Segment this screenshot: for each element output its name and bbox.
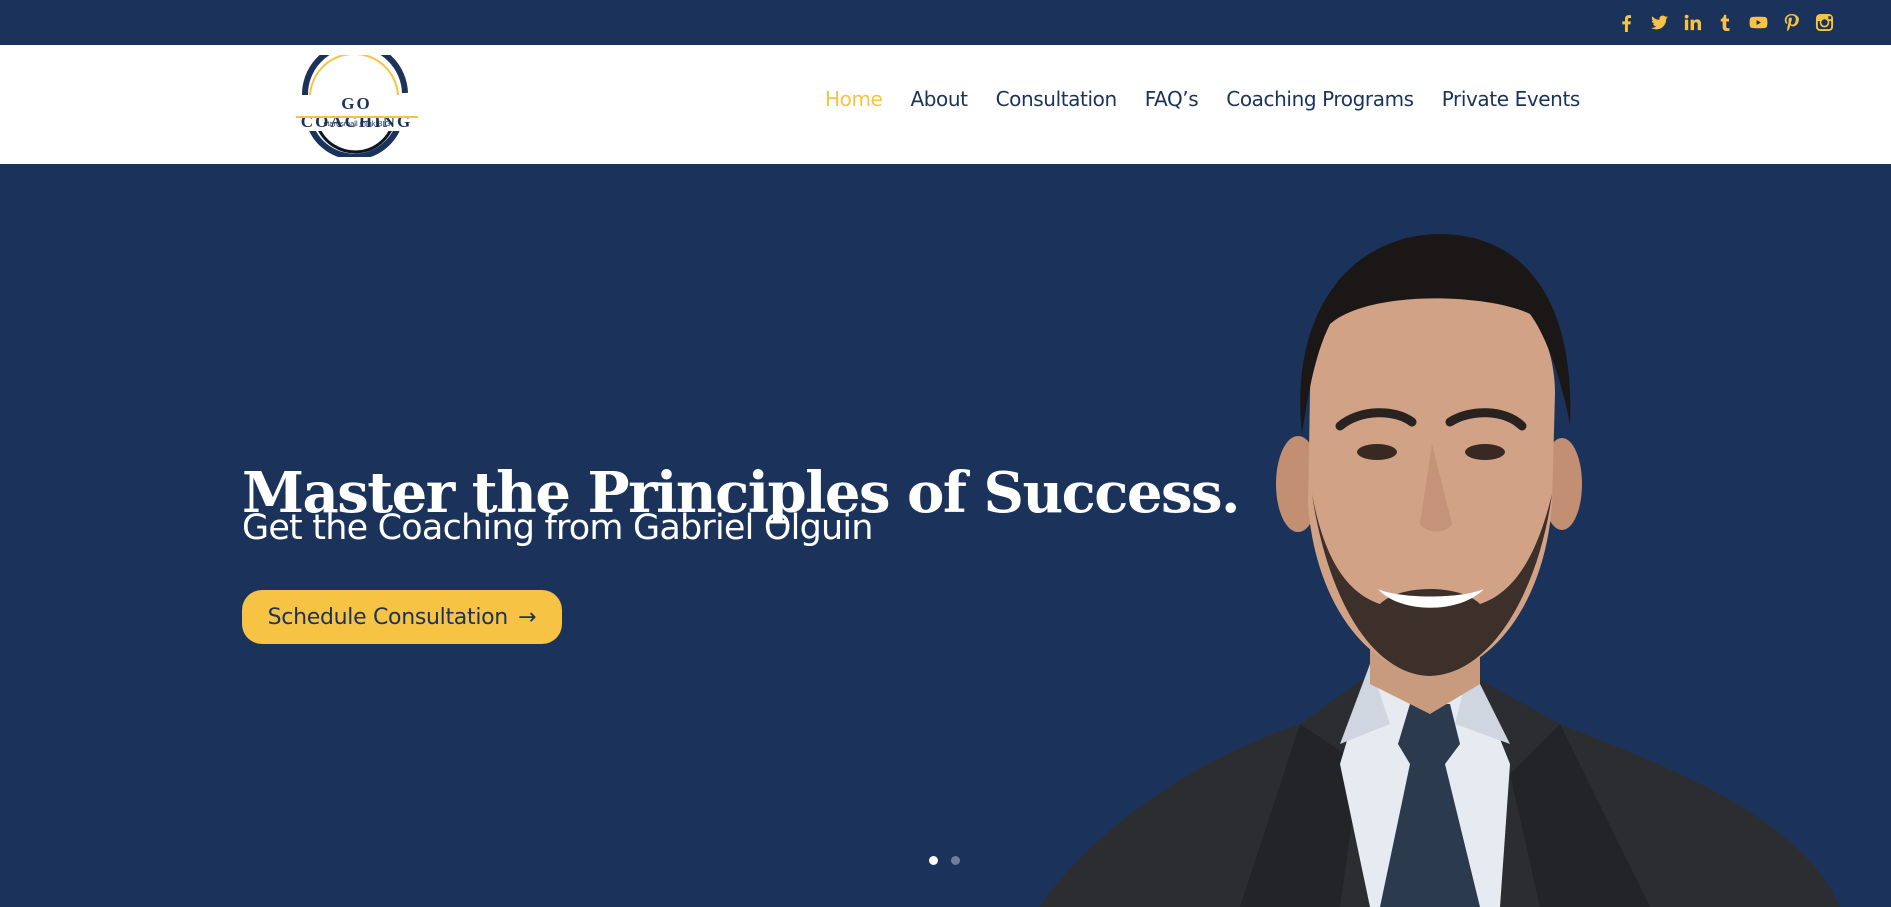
coach-portrait: [1040, 233, 1840, 907]
youtube-icon[interactable]: [1748, 12, 1769, 33]
cta-label: Schedule Consultation: [267, 604, 509, 630]
nav-about[interactable]: About: [910, 87, 968, 111]
nav-faqs[interactable]: FAQ’s: [1145, 87, 1199, 111]
facebook-icon[interactable]: [1616, 12, 1637, 33]
arrow-right-icon: →: [517, 604, 537, 630]
logo-tagline: start small think BIG: [323, 119, 391, 128]
pinterest-icon[interactable]: [1781, 12, 1802, 33]
nav-home[interactable]: Home: [825, 87, 883, 111]
slider-pagination: [929, 856, 960, 865]
schedule-consultation-button[interactable]: Schedule Consultation →: [242, 590, 562, 644]
slide-dot-2[interactable]: [951, 856, 960, 865]
instagram-icon[interactable]: [1814, 12, 1835, 33]
site-logo[interactable]: GO COACHING start small think BIG: [280, 41, 430, 160]
hero-slider: Master the Principles of Success. Get th…: [0, 164, 1891, 907]
top-social-bar: [0, 0, 1891, 45]
hero-subtitle: Get the Coaching from Gabriel Olguin: [242, 508, 873, 548]
nav-consultation[interactable]: Consultation: [996, 87, 1118, 111]
tumblr-icon[interactable]: [1715, 12, 1736, 33]
main-navigation: Home About Consultation FAQ’s Coaching P…: [825, 87, 1580, 111]
twitter-icon[interactable]: [1649, 12, 1670, 33]
nav-coaching-programs[interactable]: Coaching Programs: [1226, 87, 1414, 111]
nav-private-events[interactable]: Private Events: [1442, 87, 1581, 111]
social-links: [1616, 10, 1835, 34]
logo-underline: [296, 116, 418, 118]
linkedin-icon[interactable]: [1682, 12, 1703, 33]
slide-dot-1[interactable]: [929, 856, 938, 865]
site-header: GO COACHING start small think BIG Home A…: [0, 41, 1891, 164]
